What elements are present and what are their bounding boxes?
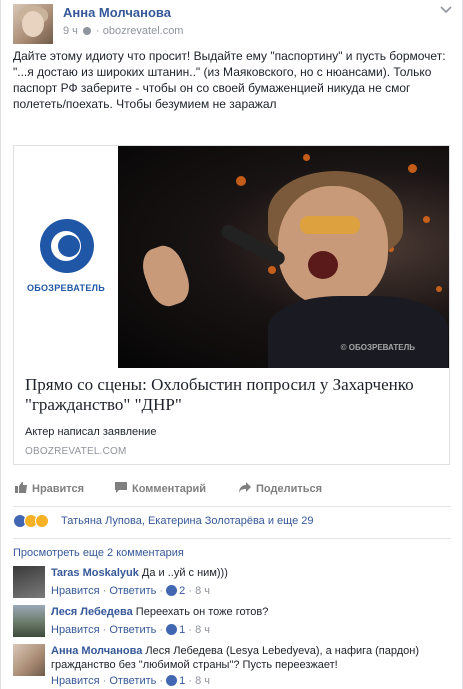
comment-body: Taras Moskalyuk Да и ..уй с ним))) xyxy=(51,566,451,580)
link-preview[interactable]: ОБОЗРЕВАТЕЛЬ © ОБОЗРЕВАТЕЛЬ Прямо со сце… xyxy=(13,145,450,465)
divider xyxy=(13,538,451,539)
comment-text: Переехать он тоже готов? xyxy=(135,606,269,618)
watermark: © ОБОЗРЕВАТЕЛЬ xyxy=(340,343,415,352)
post-card: Анна Молчанова 9 ч · obozrevatel.com Дай… xyxy=(0,0,463,689)
comment-body: Леся Лебедева Переехать он тоже готов? xyxy=(51,605,451,619)
share-icon xyxy=(239,482,251,493)
globe-icon xyxy=(82,27,91,36)
link-domain: OBOZREVATEL.COM xyxy=(25,446,127,457)
author-avatar[interactable] xyxy=(13,4,53,44)
commenter-name[interactable]: Анна Молчанова xyxy=(51,645,142,657)
like-count-icon xyxy=(166,675,178,686)
link-image[interactable]: ОБОЗРЕВАТЕЛЬ © ОБОЗРЕВАТЕЛЬ xyxy=(14,146,449,368)
commenter-avatar[interactable] xyxy=(13,566,45,598)
comment-like-link[interactable]: Нравится xyxy=(51,585,100,597)
view-more-comments-link[interactable]: Просмотреть еще 2 комментария xyxy=(13,547,184,559)
comment-like-link[interactable]: Нравится xyxy=(51,675,100,687)
comment-time[interactable]: 8 ч xyxy=(195,585,210,597)
post-source[interactable]: obozrevatel.com xyxy=(103,25,184,37)
comment-like-count[interactable]: 1 xyxy=(179,624,185,636)
obozrevatel-logo: ОБОЗРЕВАТЕЛЬ xyxy=(14,146,118,368)
comment-item: Taras Moskalyuk Да и ..уй с ним))) Нрави… xyxy=(13,566,453,600)
comment-reply-link[interactable]: Ответить xyxy=(109,585,156,597)
share-button[interactable]: Поделиться xyxy=(239,482,322,495)
action-bar: Нравится Комментарий Поделиться xyxy=(13,480,451,500)
comment-time[interactable]: 8 ч xyxy=(195,675,210,687)
comment-actions: Нравится · Ответить · 1 · 8 ч xyxy=(51,624,210,636)
commenter-avatar[interactable] xyxy=(13,644,45,676)
comment-item: Анна Молчанова Леся Лебедева (Lesya Lebe… xyxy=(13,644,453,689)
comment-icon xyxy=(115,482,127,493)
reactors-names[interactable]: Татьяна Лупова, Екатерина Золотарёва и е… xyxy=(61,515,314,527)
author-name[interactable]: Анна Молчанова xyxy=(63,5,171,20)
chevron-down-icon[interactable] xyxy=(439,6,453,16)
like-button[interactable]: Нравится xyxy=(15,482,84,495)
wow-reaction-icon xyxy=(35,514,49,528)
comment-reply-link[interactable]: Ответить xyxy=(109,675,156,687)
comment-actions: Нравится · Ответить · 1 · 8 ч xyxy=(51,675,210,687)
comment-button[interactable]: Комментарий xyxy=(115,482,206,495)
divider xyxy=(13,506,451,507)
singer-photo: © ОБОЗРЕВАТЕЛЬ xyxy=(118,146,449,368)
comment-text: Да и ..уй с ним))) xyxy=(141,567,228,579)
comment-like-link[interactable]: Нравится xyxy=(51,624,100,636)
comment-like-count[interactable]: 1 xyxy=(179,675,185,687)
commenter-name[interactable]: Леся Лебедева xyxy=(51,606,133,618)
comment-reply-link[interactable]: Ответить xyxy=(109,624,156,636)
comment-body: Анна Молчанова Леся Лебедева (Lesya Lebe… xyxy=(51,644,451,672)
comment-time[interactable]: 8 ч xyxy=(195,624,210,636)
comment-like-count[interactable]: 2 xyxy=(179,585,185,597)
commenter-avatar[interactable] xyxy=(13,605,45,637)
like-icon xyxy=(15,482,27,493)
post-time[interactable]: 9 ч xyxy=(63,25,78,37)
like-count-icon xyxy=(166,585,178,596)
comment-actions: Нравится · Ответить · 2 · 8 ч xyxy=(51,585,210,597)
post-text: Дайте этому идиоту что просит! Выдайте е… xyxy=(13,49,446,111)
link-title[interactable]: Прямо со сцены: Охлобыстин попросил у За… xyxy=(25,375,445,415)
like-count-icon xyxy=(166,624,178,635)
post-header: Анна Молчанова 9 ч · obozrevatel.com xyxy=(13,4,453,44)
link-description: Актер написал заявление xyxy=(25,426,157,438)
reactions-summary[interactable]: Татьяна Лупова, Екатерина Золотарёва и е… xyxy=(13,514,451,530)
comment-item: Леся Лебедева Переехать он тоже готов? Н… xyxy=(13,605,453,639)
commenter-name[interactable]: Taras Moskalyuk xyxy=(51,567,139,579)
post-meta: 9 ч · obozrevatel.com xyxy=(63,25,184,37)
